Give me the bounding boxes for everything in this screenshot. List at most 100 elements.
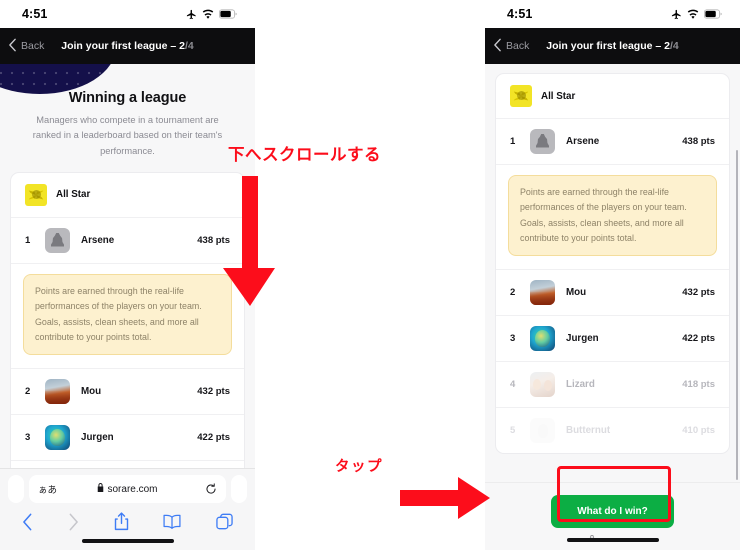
tooltip-container: Points are earned through the real-life … <box>496 165 729 271</box>
row-rank: 5 <box>510 425 516 437</box>
status-time: 4:51 <box>22 7 48 21</box>
table-row[interactable]: 3 Jurgen 422 pts <box>496 316 729 363</box>
chevron-left-icon <box>8 38 17 55</box>
page-title-total: /4 <box>184 40 194 52</box>
leaderboard-header-label: All Star <box>56 189 91 201</box>
screenshot-stage: 4:51 Back Join your first league – 2/4 W… <box>0 0 740 550</box>
row-name: Butternut <box>566 425 611 437</box>
arrow-right-icon <box>400 477 492 524</box>
safari-toolbar: ぁあ sorare.com <box>0 468 255 550</box>
status-time: 4:51 <box>507 7 533 21</box>
leaderboard-header: All Star <box>11 173 244 218</box>
avatar <box>45 227 70 253</box>
back-button[interactable]: Back <box>8 38 44 55</box>
row-rank: 4 <box>510 379 516 391</box>
table-row[interactable]: 2 Mou 432 pts <box>11 369 244 416</box>
tab-peek-left[interactable] <box>8 475 24 503</box>
wifi-icon <box>687 9 699 20</box>
row-name: Jurgen <box>81 432 114 444</box>
airplane-mode-icon <box>186 9 197 20</box>
row-rank: 1 <box>510 136 516 147</box>
address-bar[interactable]: ぁあ sorare.com <box>29 475 226 503</box>
row-rank: 2 <box>25 386 31 398</box>
row-points: 432 pts <box>682 287 715 299</box>
row-rank: 3 <box>510 333 516 345</box>
row-points: 410 pts <box>682 425 715 437</box>
avatar <box>530 280 555 306</box>
tab-peek-right[interactable] <box>231 475 247 503</box>
page-title-main: Join your first league – <box>546 40 665 52</box>
avatar <box>530 372 555 398</box>
page-title-total: /4 <box>669 40 679 52</box>
share-icon[interactable] <box>114 512 129 531</box>
points-explainer-tooltip: Points are earned through the real-life … <box>23 273 232 356</box>
table-row[interactable]: 2 Mou 432 pts <box>496 270 729 317</box>
arrow-down-icon <box>215 176 285 319</box>
row-name: Mou <box>566 287 587 299</box>
back-navigation-icon[interactable] <box>22 513 33 531</box>
avatar <box>530 129 555 154</box>
back-button[interactable]: Back <box>493 38 529 55</box>
all-star-badge-icon <box>510 85 532 107</box>
nav-bar-left: Back Join your first league – 2/4 <box>0 28 255 64</box>
row-name: Jurgen <box>566 333 599 345</box>
avatar <box>45 379 70 405</box>
row-points: 438 pts <box>682 136 715 147</box>
row-name: Lizard <box>566 379 595 391</box>
row-points: 432 pts <box>197 386 230 398</box>
leaderboard-header-label: All Star <box>541 90 576 102</box>
battery-icon <box>704 9 722 19</box>
all-star-badge-icon <box>25 183 47 206</box>
leaderboard-card-right: All Star 1 Arsene 438 pts Points are ear… <box>495 73 730 455</box>
leaderboard-header: All Star <box>496 74 729 119</box>
airplane-mode-icon <box>671 9 682 20</box>
row-points: 422 pts <box>682 333 715 345</box>
row-name: Mou <box>81 386 102 398</box>
table-row[interactable]: 3 Jurgen 422 pts <box>11 415 244 462</box>
table-row[interactable]: 1 Arsene 438 pts <box>11 218 244 264</box>
back-button-label: Back <box>21 40 45 52</box>
status-icon-group <box>186 9 237 20</box>
page-title-main: Join your first league – <box>61 40 180 52</box>
scrollbar[interactable] <box>735 150 738 480</box>
safari-tool-row <box>8 503 247 531</box>
row-name: Arsene <box>81 234 115 246</box>
nav-bar-right: Back Join your first league – 2/4 <box>485 28 740 64</box>
row-rank: 3 <box>25 432 31 444</box>
avatar <box>45 425 70 451</box>
row-points: 418 pts <box>682 379 715 391</box>
table-row[interactable]: 5 Butternut 410 pts <box>496 408 729 453</box>
tabs-icon[interactable] <box>216 513 233 530</box>
status-bar-right: 4:51 <box>485 0 740 28</box>
home-indicator <box>81 539 174 543</box>
chevron-left-icon <box>493 38 502 55</box>
back-button-label: Back <box>506 40 530 52</box>
bookmarks-icon[interactable] <box>163 514 181 529</box>
avatar <box>530 418 555 444</box>
tooltip-container: Points are earned through the real-life … <box>11 264 244 370</box>
table-row[interactable]: 1 Arsene 438 pts <box>496 119 729 165</box>
battery-icon <box>219 9 237 19</box>
row-name: Arsene <box>566 136 600 147</box>
url-text: sorare.com <box>107 483 158 495</box>
lock-icon <box>97 483 104 495</box>
row-rank: 1 <box>25 234 31 246</box>
annotation-scroll-label: 下へスクロールする <box>228 145 381 164</box>
status-bar-left: 4:51 <box>0 0 255 28</box>
leaderboard-card-left: All Star 1 Arsene 438 pts Points are ear… <box>10 171 245 508</box>
hero-subtitle: Managers who compete in a tournament are… <box>32 115 223 156</box>
row-points: 422 pts <box>197 432 230 444</box>
avatar <box>530 326 555 352</box>
table-row[interactable]: 4 Lizard 418 pts <box>496 362 729 409</box>
home-indicator <box>566 538 659 542</box>
wifi-icon <box>202 9 214 20</box>
annotation-tap-label: タップ <box>335 459 383 475</box>
status-icon-group <box>671 9 722 20</box>
row-rank: 2 <box>510 287 516 299</box>
points-explainer-tooltip: Points are earned through the real-life … <box>508 175 717 257</box>
forward-navigation-icon <box>68 513 79 531</box>
address-bar-row: ぁあ sorare.com <box>8 475 247 503</box>
page-title: Join your first league – 2/4 <box>546 40 678 52</box>
annotation-highlight-box <box>557 466 671 522</box>
page-title: Join your first league – 2/4 <box>61 40 193 52</box>
